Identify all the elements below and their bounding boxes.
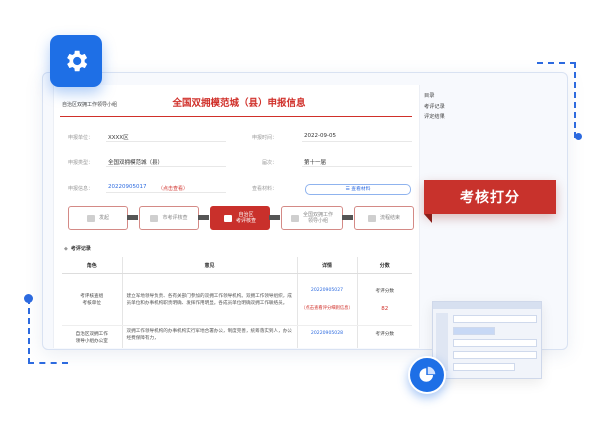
step-label: 自治区 考评核查 bbox=[235, 212, 256, 224]
step-label: 流程结束 bbox=[379, 215, 400, 221]
mini-window-row bbox=[453, 363, 515, 371]
material-label: 查看材料： bbox=[252, 186, 278, 192]
pie-chart-icon bbox=[408, 356, 446, 394]
step-end[interactable]: 流程结束 bbox=[354, 206, 414, 230]
detail-link[interactable]: 20220905027 bbox=[299, 288, 356, 293]
folder-icon bbox=[150, 214, 159, 222]
column-header-score: 分数 bbox=[356, 257, 412, 274]
score-label: 考评分数 bbox=[375, 288, 394, 294]
step-connector bbox=[342, 215, 353, 220]
field-underline bbox=[302, 166, 412, 167]
menu-item-result[interactable]: 评定结果 bbox=[424, 112, 445, 123]
field-underline bbox=[106, 192, 226, 193]
column-header-role: 角色 bbox=[62, 257, 122, 274]
decorative-dot bbox=[575, 133, 582, 140]
info-view-link[interactable]: （点击查看） bbox=[158, 185, 188, 192]
field-underline bbox=[106, 166, 226, 167]
side-menu: 目录 考评记录 评定结果 bbox=[424, 91, 445, 123]
batch-value: 第十一届 bbox=[304, 160, 327, 166]
mini-window-row bbox=[453, 339, 537, 347]
step-connector bbox=[127, 215, 138, 220]
gear-icon bbox=[50, 35, 102, 87]
role-cell[interactable]: 考评核查组 考核单位 bbox=[62, 273, 122, 326]
detail-link[interactable]: 20220905028 bbox=[299, 331, 356, 336]
time-value: 2022-09-05 bbox=[304, 133, 336, 139]
role-cell[interactable]: 自治区双拥工作 领导小组办公室 bbox=[62, 325, 122, 348]
folder-icon bbox=[223, 214, 232, 222]
detail-view-link[interactable]: （点击查看评分细则信息） bbox=[299, 305, 356, 311]
banner-title: 考核打分 bbox=[424, 180, 556, 214]
batch-label: 届次： bbox=[262, 160, 278, 166]
table-row: 考评核查组 考核单位 建立军地领导负责、各有关部门参加的双拥工作领导机构。双拥工… bbox=[62, 273, 412, 326]
field-underline bbox=[106, 141, 226, 142]
section-title: ◆ 考评记录 bbox=[64, 246, 91, 252]
step-label: 发起 bbox=[98, 215, 109, 221]
step-initiate[interactable]: 发起 bbox=[68, 206, 128, 230]
score-cell: 考评分数 bbox=[356, 325, 412, 348]
mini-window-row bbox=[453, 327, 495, 335]
folder-icon bbox=[367, 214, 376, 222]
mini-window-titlebar bbox=[433, 302, 541, 309]
unit-label: 申报单位： bbox=[68, 135, 94, 141]
step-label: 市考评核查 bbox=[162, 215, 188, 221]
step-label: 全国双拥工作 领导小组 bbox=[302, 212, 333, 224]
type-label: 申报类型： bbox=[68, 160, 94, 166]
title-divider bbox=[60, 116, 412, 117]
score-value: 82 bbox=[381, 305, 389, 312]
records-table: 角色 意见 详情 分数 考评核查组 考核单位 建立军地领导负责、各有关部门参加的… bbox=[62, 257, 412, 348]
detail-cell: 20220905027 （点击查看评分细则信息） bbox=[296, 273, 357, 326]
mini-window-row bbox=[453, 351, 537, 359]
folder-icon bbox=[86, 214, 95, 222]
detail-cell: 20220905028 bbox=[296, 325, 357, 348]
mini-window-illustration bbox=[432, 301, 542, 379]
opinion-cell: 建立军地领导负责、各有关部门参加的双拥工作领导机构。双拥工作领导组织，成员单位和… bbox=[121, 273, 297, 326]
score-cell: 考评分数 82 bbox=[356, 273, 412, 326]
menu-item-records[interactable]: 考评记录 bbox=[424, 102, 445, 113]
section-marker-icon: ◆ bbox=[64, 246, 68, 252]
declaration-document: 自治区双拥工作领导小组 全国双拥模范城（县）申报信息 申报单位： XXXX区 申… bbox=[53, 85, 420, 348]
decorative-dot bbox=[24, 294, 33, 303]
score-label: 考评分数 bbox=[375, 332, 394, 337]
field-underline bbox=[302, 141, 412, 142]
type-value: 全国双拥模范城（县） bbox=[108, 160, 164, 166]
column-header-opinion: 意见 bbox=[121, 257, 297, 274]
banner-fold bbox=[424, 214, 432, 223]
step-region-review[interactable]: 自治区 考评核查 bbox=[210, 206, 270, 230]
info-link[interactable]: 20220905017 bbox=[108, 184, 147, 190]
table-row: 自治区双拥工作 领导小组办公室 双拥工作领导机构的办事机构实行军地合署办公，制度… bbox=[62, 325, 412, 348]
opinion-cell: 双拥工作领导机构的办事机构实行军地合署办公，制度完善，统筹落实到人，办公经费保障… bbox=[121, 325, 297, 348]
step-city-review[interactable]: 市考评核查 bbox=[139, 206, 199, 230]
column-header-detail: 详情 bbox=[296, 257, 357, 274]
info-label: 申报信息： bbox=[68, 186, 94, 192]
step-connector bbox=[269, 215, 280, 220]
unit-value: XXXX区 bbox=[108, 135, 129, 141]
view-materials-button[interactable]: ☰ 查看材料 bbox=[305, 184, 411, 195]
time-label: 申报时间： bbox=[252, 135, 278, 141]
page-title: 全国双拥模范城（县）申报信息 bbox=[172, 98, 306, 109]
mini-window-row bbox=[453, 315, 537, 323]
step-connector bbox=[198, 215, 209, 220]
workflow-steps: 发起 市考评核查 自治区 考评核查 全国双拥工作 领导小组 流程结束 bbox=[68, 206, 414, 230]
menu-item-toc[interactable]: 目录 bbox=[424, 91, 445, 102]
step-national-group[interactable]: 全国双拥工作 领导小组 bbox=[281, 206, 343, 230]
folder-icon bbox=[290, 214, 299, 222]
organization-name: 自治区双拥工作领导小组 bbox=[62, 102, 118, 108]
